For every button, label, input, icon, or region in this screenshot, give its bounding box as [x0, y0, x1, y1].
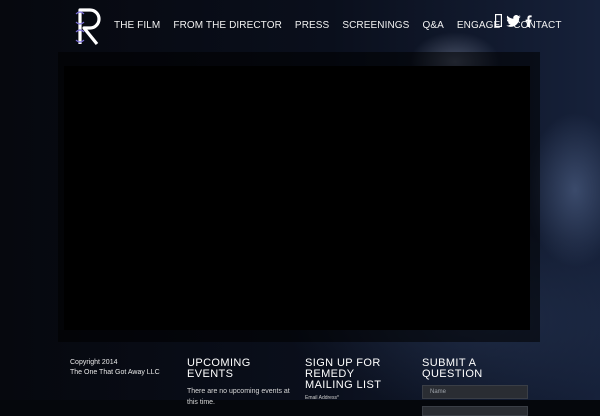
copyright: Copyright 2014 The One That Got Away LLC [70, 358, 160, 378]
email-input[interactable] [422, 406, 528, 416]
upcoming-events-text: There are no upcoming events at this tim… [187, 388, 290, 406]
nav-item-qa[interactable]: Q&A [422, 20, 443, 31]
video-player[interactable] [64, 66, 530, 330]
nav-item-press[interactable]: PRESS [295, 20, 329, 31]
social-links [495, 14, 532, 32]
submit-question-title: SUBMIT A QUESTION [422, 357, 483, 380]
upcoming-events-title: UPCOMING EVENTS [187, 357, 251, 380]
email-address-label: Email Address* [305, 395, 339, 401]
logo-mark-icon [75, 8, 101, 46]
name-input[interactable]: Name [422, 385, 528, 399]
company-line: The One That Got Away LLC [70, 369, 160, 376]
twitter-icon[interactable] [506, 14, 521, 32]
nav-item-engage[interactable]: ENGAGE [457, 20, 500, 31]
site-logo[interactable] [70, 4, 110, 48]
mailing-list-section: SIGN UP FOR REMEDY MAILING LIST Email Ad… [305, 357, 405, 402]
submit-question-section: SUBMIT A QUESTION Name [422, 358, 530, 416]
copyright-line: Copyright 2014 [70, 359, 118, 366]
upcoming-events-section: UPCOMING EVENTS There are no upcoming ev… [187, 358, 297, 408]
instagram-icon[interactable] [495, 14, 503, 32]
nav-item-screenings[interactable]: SCREENINGS [342, 20, 409, 31]
nav-item-the-film[interactable]: THE FILM [114, 20, 160, 31]
nav-item-from-the-director[interactable]: FROM THE DIRECTOR [173, 20, 282, 31]
facebook-icon[interactable] [525, 14, 532, 32]
mailing-list-title: SIGN UP FOR REMEDY MAILING LIST [305, 357, 382, 391]
name-input-placeholder: Name [430, 389, 447, 395]
